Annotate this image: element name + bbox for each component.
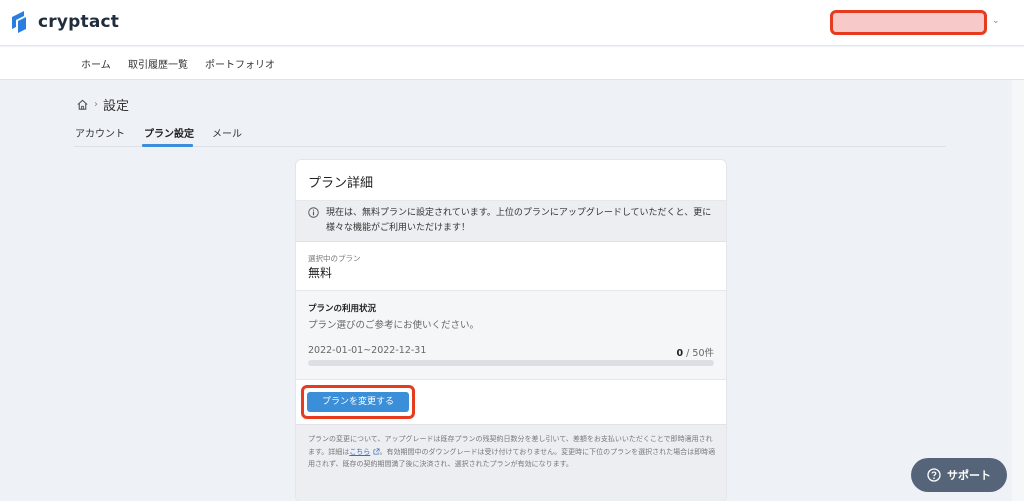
current-plan-value: 無料 — [308, 266, 333, 280]
change-plan-button[interactable]: プランを変更する — [307, 392, 409, 412]
scroll-area — [1012, 80, 1024, 501]
usage-period: 2022-01-01~2022-12-31 — [308, 345, 427, 356]
breadcrumb: › 設定 — [76, 95, 129, 114]
tab-plan[interactable]: プラン設定 — [144, 125, 194, 140]
tab-mail[interactable]: メール — [212, 125, 242, 140]
info-icon — [308, 207, 319, 218]
usage-limit: / 50件 — [683, 348, 714, 359]
question-circle-icon — [927, 468, 941, 482]
home-icon[interactable] — [76, 98, 89, 111]
usage-progress-bar — [308, 360, 714, 366]
usage-title: プランの利用状況 — [308, 304, 377, 314]
page-title: 設定 — [103, 99, 130, 114]
tab-account[interactable]: アカウント — [75, 125, 125, 140]
current-plan-label: 選択中のプラン — [308, 254, 361, 263]
plan-usage-section: プランの利用状況 プラン選びのご参考にお使いください。 2022-01-01~2… — [296, 290, 726, 380]
nav-item-transactions[interactable]: 取引履歴一覧 — [128, 56, 188, 71]
plan-detail-card: プラン詳細 現在は、無料プランに設定されています。上位のプランにアップグレードし… — [296, 160, 726, 501]
settings-tabs: アカウント プラン設定 メール — [74, 123, 946, 147]
change-plan-highlight: プランを変更する — [301, 385, 415, 419]
main-nav: ホーム 取引履歴一覧 ポートフォリオ — [0, 47, 1024, 80]
active-tab-indicator — [142, 144, 193, 147]
plan-change-note: プランの変更について、アップグレードは既存プランの残契約日数分を差し引いて、差額… — [296, 424, 726, 501]
note-text: プランの変更について、アップグレードは既存プランの残契約日数分を差し引いて、差額… — [308, 433, 716, 471]
chevron-down-icon[interactable]: ⌄ — [992, 16, 1000, 26]
notice-text: 現在は、無料プランに設定されています。上位のプランにアップグレードしていただくと… — [326, 208, 712, 233]
plan-notice: 現在は、無料プランに設定されています。上位のプランにアップグレードしていただくと… — [296, 201, 726, 242]
note-text-2: 。有効期間中のダウングレードは受け付けておりません。変更時に下位のプランを選択さ… — [308, 447, 716, 469]
app-name: cryptact — [38, 12, 120, 32]
top-bar: cryptact ⌄ — [0, 0, 1024, 46]
support-label: サポート — [947, 469, 991, 482]
nav-item-home[interactable]: ホーム — [81, 56, 111, 71]
details-link[interactable]: こちら — [349, 448, 370, 456]
card-title: プラン詳細 — [308, 176, 374, 191]
logo[interactable]: cryptact — [10, 11, 119, 33]
usage-subtitle: プラン選びのご参考にお使いください。 — [308, 320, 480, 331]
usage-count: 0 / 50件 — [677, 345, 714, 359]
external-link-icon[interactable] — [373, 448, 380, 455]
support-button[interactable]: サポート — [911, 458, 1007, 492]
nav-item-portfolio[interactable]: ポートフォリオ — [205, 56, 275, 71]
chevron-right-icon: › — [94, 99, 98, 110]
user-menu-redacted[interactable] — [830, 10, 987, 35]
cryptact-logo-icon — [10, 11, 30, 33]
